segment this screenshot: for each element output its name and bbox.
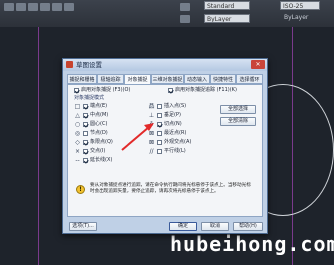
options-button[interactable]: 选项(T)... xyxy=(69,222,97,231)
layer-combo[interactable]: ByLayer xyxy=(204,14,250,23)
extension-icon: -- xyxy=(75,157,80,164)
perpendicular-icon: ⊥ xyxy=(148,112,155,119)
quadrant-icon: ◇ xyxy=(75,139,80,146)
midpoint-icon: △ xyxy=(75,112,80,119)
select-all-button[interactable]: 全部选择 xyxy=(220,105,256,114)
object-snap-panel: 启用对象捕捉 (F3)(O) 启用对象捕捉追踪 (F11)(K) 对象捕捉模式 … xyxy=(67,84,263,217)
tangent-label: 切点(N) xyxy=(164,121,182,127)
watermark-text: hubeihong.com xyxy=(170,232,334,256)
toolbar-button-icon[interactable] xyxy=(52,3,62,11)
apparent-intersection-icon: ⊠ xyxy=(148,139,155,146)
cancel-button[interactable]: 取消 xyxy=(201,222,229,231)
dialog-titlebar[interactable]: 草图设置 ✕ xyxy=(63,59,267,71)
endpoint-checkbox[interactable] xyxy=(83,104,88,109)
text-style-combo[interactable]: Standard xyxy=(204,1,250,10)
enable-osnap-label: 启用对象捕捉 (F3)(O) xyxy=(81,87,131,93)
apparent-intersection-label: 外观交点(A) xyxy=(164,139,192,145)
insertion-label: 插入点(S) xyxy=(164,103,187,109)
intersection-icon: × xyxy=(74,148,81,155)
tab-snap-grid[interactable]: 捕捉和栅格 xyxy=(67,74,97,84)
insertion-icon: 品 xyxy=(148,103,155,110)
center-label: 圆心(C) xyxy=(90,121,108,127)
cad-toolbar: Standard ISO-25 ByLayer ByLayer xyxy=(0,0,334,28)
apparent-intersection-checkbox[interactable] xyxy=(157,140,162,145)
node-icon: ◎ xyxy=(74,130,81,137)
parallel-checkbox[interactable] xyxy=(157,149,162,154)
node-label: 节点(D) xyxy=(90,130,108,136)
toolbar-button-icon[interactable] xyxy=(64,3,74,11)
layer-icon[interactable] xyxy=(180,15,190,23)
toolbar-button-icon[interactable] xyxy=(180,3,190,11)
dialog-title: 草图设置 xyxy=(76,61,102,69)
drafting-settings-dialog: 草图设置 ✕ 捕捉和栅格 极轴追踪 对象捕捉 三维对象捕捉 动态输入 快捷特性 … xyxy=(62,58,268,234)
toolbar-button-icon[interactable] xyxy=(28,3,38,11)
app-icon xyxy=(66,61,73,68)
quadrant-checkbox[interactable] xyxy=(83,140,88,145)
linetype-text: ByLayer xyxy=(284,14,309,21)
extension-checkbox[interactable] xyxy=(83,158,88,163)
center-checkbox[interactable] xyxy=(83,122,88,127)
perpendicular-checkbox[interactable] xyxy=(157,113,162,118)
tab-polar-tracking[interactable]: 极轴追踪 xyxy=(97,74,124,84)
note-text: 要从对象捕捉点进行追踪，请在命令执行期间将光标悬停于该点上。当移动光标时会出现追… xyxy=(90,183,251,194)
toolbar-button-icon[interactable] xyxy=(40,3,50,11)
tab-selection-cycling[interactable]: 选择循环 xyxy=(236,74,263,84)
endpoint-icon: □ xyxy=(74,103,81,110)
toolbar-button-icon[interactable] xyxy=(16,3,26,11)
center-icon: ○ xyxy=(74,121,81,128)
endpoint-label: 端点(E) xyxy=(90,103,108,109)
dim-style-combo[interactable]: ISO-25 xyxy=(280,1,320,10)
parallel-label: 平行线(L) xyxy=(164,148,186,154)
perpendicular-label: 垂足(P) xyxy=(164,112,181,118)
enable-tracking-label: 启用对象捕捉追踪 (F11)(K) xyxy=(175,87,237,93)
midpoint-checkbox[interactable] xyxy=(83,113,88,118)
parallel-icon: // xyxy=(149,148,154,155)
tracking-note: ! 要从对象捕捉点进行追踪，请在命令执行期间将光标悬停于该点上。当移动光标时会出… xyxy=(76,183,256,207)
nearest-label: 最近点(R) xyxy=(164,130,187,136)
toolbar-button-icon[interactable] xyxy=(4,3,14,11)
enable-tracking-checkbox[interactable] xyxy=(168,88,173,93)
tab-quick-properties[interactable]: 快捷特性 xyxy=(210,74,236,84)
purple-guide-line xyxy=(38,27,39,265)
close-button[interactable]: ✕ xyxy=(251,60,265,69)
quadrant-label: 象限点(Q) xyxy=(90,139,113,145)
tangent-icon: ō xyxy=(149,121,154,128)
midpoint-label: 中点(M) xyxy=(90,112,109,118)
tab-dynamic-input[interactable]: 动态输入 xyxy=(184,74,210,84)
tab-3d-object-snap[interactable]: 三维对象捕捉 xyxy=(151,74,184,84)
ok-button[interactable]: 确定 xyxy=(169,222,197,231)
intersection-checkbox[interactable] xyxy=(83,149,88,154)
nearest-checkbox[interactable] xyxy=(157,131,162,136)
nearest-icon: ⊠ xyxy=(148,130,155,137)
enable-osnap-checkbox[interactable] xyxy=(74,88,79,93)
help-button[interactable]: 帮助(H) xyxy=(233,222,263,231)
warning-icon: ! xyxy=(76,185,85,194)
insertion-checkbox[interactable] xyxy=(157,104,162,109)
tangent-checkbox[interactable] xyxy=(157,122,162,127)
node-checkbox[interactable] xyxy=(83,131,88,136)
extension-label: 延长线(X) xyxy=(90,157,113,163)
snap-modes-group-label: 对象捕捉模式 xyxy=(74,95,105,101)
clear-all-button[interactable]: 全部清除 xyxy=(220,117,256,126)
intersection-label: 交点(I) xyxy=(90,148,106,154)
